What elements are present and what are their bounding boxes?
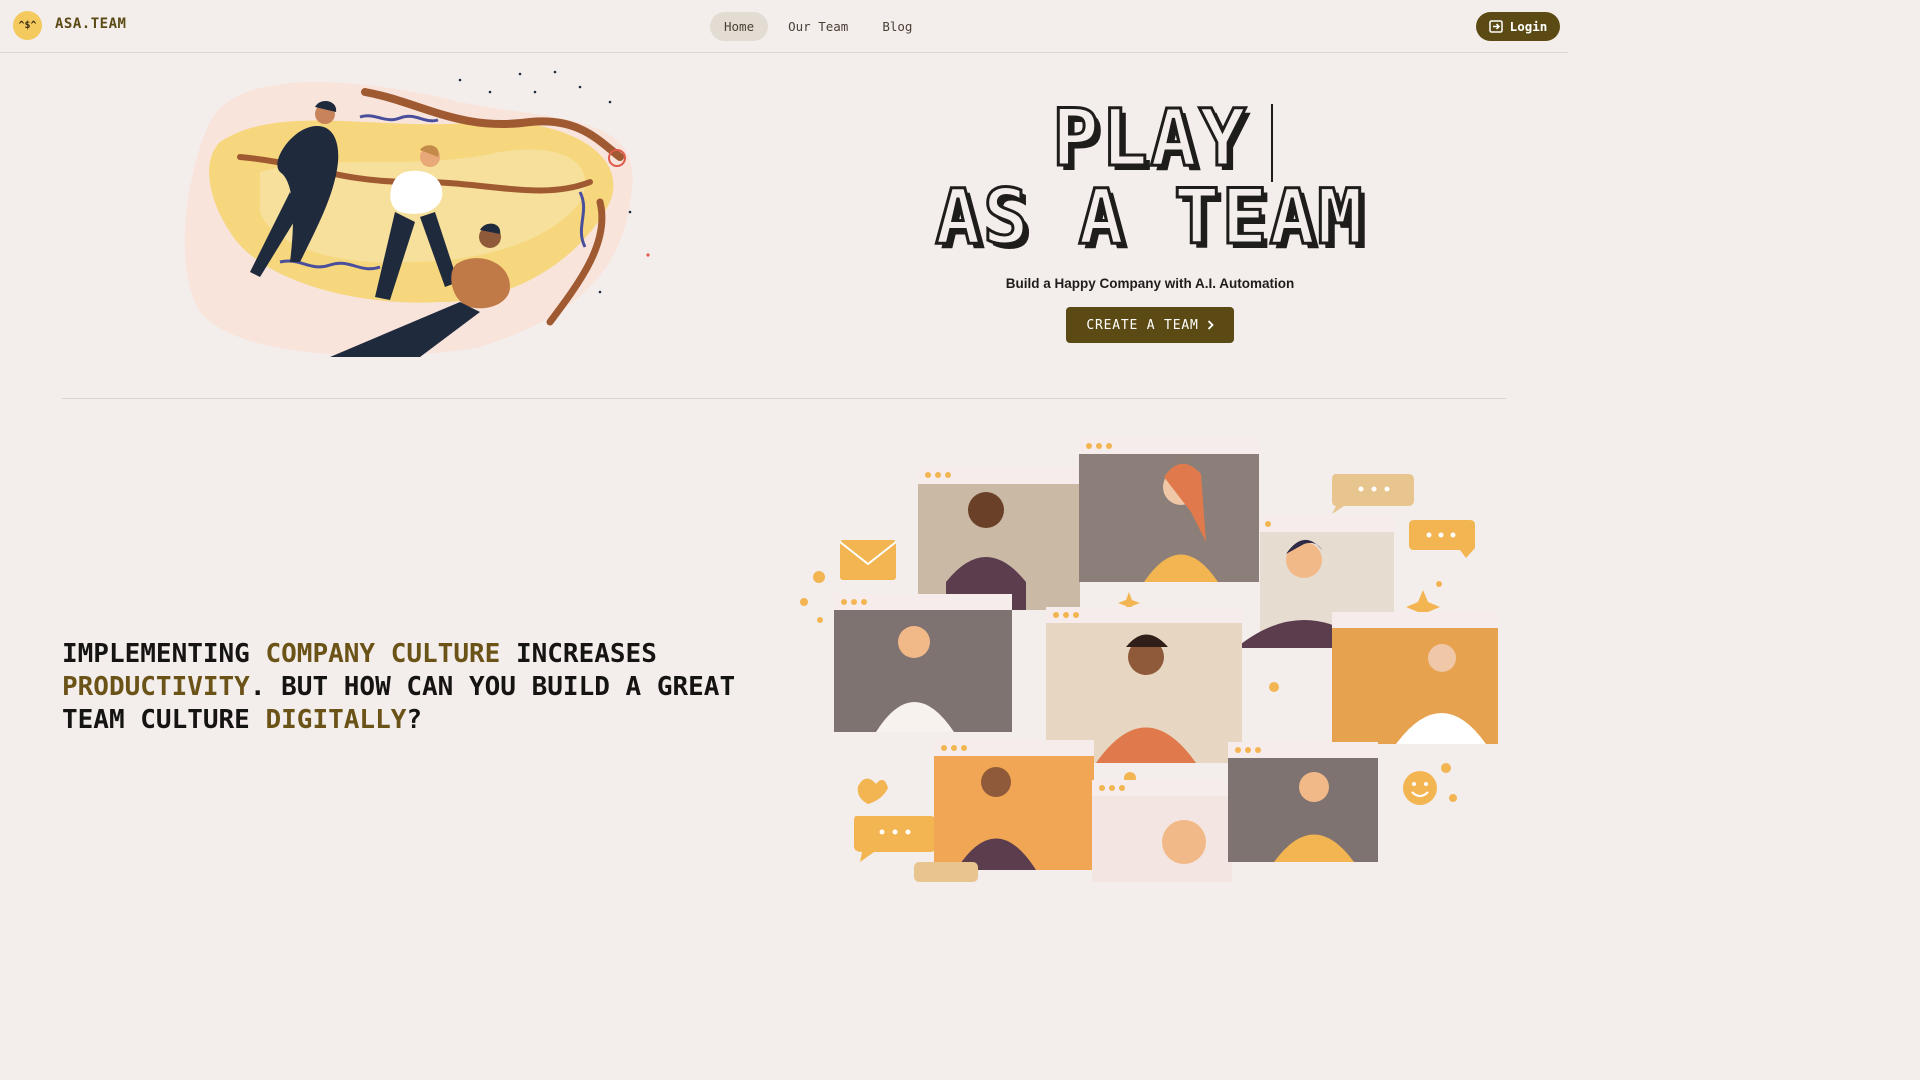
video-call-grid-illustration [800, 438, 1498, 882]
create-team-button[interactable]: CREATE A TEAM [1066, 307, 1234, 343]
top-navbar: ^$^ ASA.TEAM Home Our Team Blog Login [0, 0, 1568, 53]
login-icon [1488, 20, 1503, 33]
nav-link-blog[interactable]: Blog [868, 12, 926, 41]
typing-caret [1271, 104, 1273, 182]
nav-link-home[interactable]: Home [710, 12, 769, 41]
section-divider [62, 398, 1506, 399]
culture-highlight-3: digitally [265, 705, 407, 735]
login-label: Login [1509, 19, 1548, 34]
login-button[interactable]: Login [1476, 12, 1560, 41]
nav-links: Home Our Team Blog [710, 12, 926, 41]
culture-heading: Implementing company culture increases p… [62, 638, 782, 737]
culture-highlight-1: company culture [265, 639, 501, 669]
chevron-right-icon [1207, 320, 1214, 330]
culture-text-2: increases [500, 639, 657, 669]
culture-text-4: ? [406, 705, 423, 735]
create-team-label: CREATE A TEAM [1086, 317, 1199, 333]
hero-title: PLAY AS A TEAM [900, 94, 1400, 261]
flying-team-illustration [184, 70, 650, 357]
culture-text-1: Implementing [62, 639, 266, 669]
culture-highlight-2: productivity [62, 672, 250, 702]
hero-title-line2: AS A TEAM [934, 172, 1365, 261]
hero-title-line1: PLAY [1051, 94, 1248, 184]
logo-face-icon[interactable]: ^$^ [13, 11, 42, 40]
nav-link-our-team[interactable]: Our Team [774, 12, 862, 41]
hero-subtitle: Build a Happy Company with A.I. Automati… [1005, 276, 1295, 291]
brand-name[interactable]: ASA.TEAM [55, 16, 126, 32]
